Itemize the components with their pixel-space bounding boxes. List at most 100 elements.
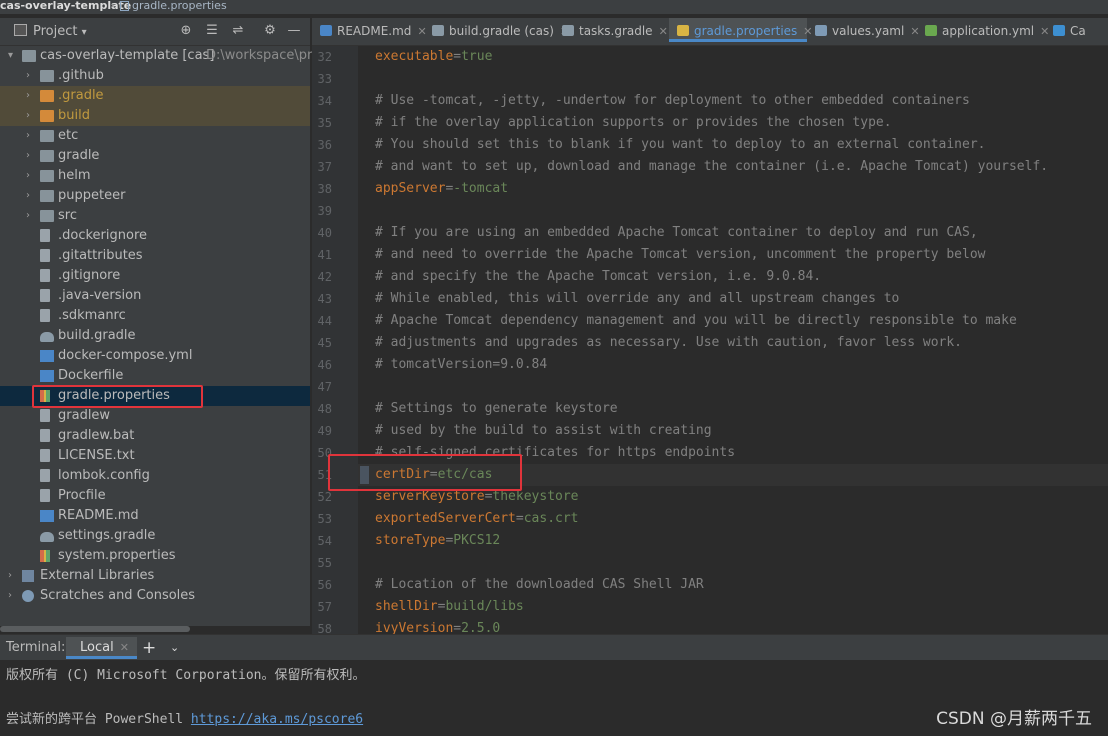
tree-item[interactable]: › .gradle [0,86,310,106]
comment-text: # Settings to generate keystore [375,401,618,416]
tree-item[interactable]: lombok.config [0,466,310,486]
tree-item[interactable]: .sdkmanrc [0,306,310,326]
line-number: 46 [317,358,332,372]
chevron-right-icon[interactable]: › [26,66,36,86]
editor-tab[interactable]: Ca [1045,18,1095,45]
text-file-icon [40,449,50,462]
editor-tab[interactable]: gradle.properties ✕ [669,18,813,42]
tree-item[interactable]: LICENSE.txt [0,446,310,466]
tree-item[interactable]: .gitattributes [0,246,310,266]
editor-tab[interactable]: values.yaml ✕ [807,18,920,45]
hide-panel-icon[interactable]: — [286,23,302,39]
tree-item-label: cas-overlay-template [cas] [40,48,215,63]
project-tree-scrollbar[interactable] [0,626,190,632]
chevron-right-icon[interactable]: › [8,566,18,586]
chevron-right-icon[interactable]: › [26,86,36,106]
tree-item[interactable]: Dockerfile [0,366,310,386]
editor-tab[interactable]: README.md ✕ [312,18,427,45]
code-line[interactable]: shellDir=build/libs [375,599,524,614]
tree-item[interactable]: › gradle [0,146,310,166]
code-line[interactable]: storeType=PKCS12 [375,533,500,548]
chevron-down-icon[interactable]: ▾ [8,46,18,66]
code-line[interactable]: # If you are using an embedded Apache To… [375,225,978,240]
code-line[interactable]: # adjustments and upgrades as necessary.… [375,335,962,350]
locate-file-icon[interactable]: ⊕ [178,23,194,39]
tree-item[interactable]: build.gradle [0,326,310,346]
tree-item[interactable]: system.properties [0,546,310,566]
code-line[interactable]: # and need to override the Apache Tomcat… [375,247,985,262]
code-line[interactable]: # Location of the downloaded CAS Shell J… [375,577,704,592]
tree-item[interactable]: settings.gradle [0,526,310,546]
terminal-title: Terminal: [6,640,66,655]
text-file-icon [40,229,50,242]
tree-item[interactable]: .gitignore [0,266,310,286]
tree-item[interactable]: .dockerignore [0,226,310,246]
chevron-right-icon[interactable]: › [26,186,36,206]
terminal-copyright-line: 版权所有 (C) Microsoft Corporation。保留所有权利。 [6,668,366,683]
tree-item[interactable]: .java-version [0,286,310,306]
tree-item[interactable]: gradlew [0,406,310,426]
editor-tab[interactable]: application.yml ✕ [917,18,1049,45]
tree-item[interactable]: › puppeteer [0,186,310,206]
chevron-right-icon[interactable]: › [26,206,36,226]
code-line[interactable]: # used by the build to assist with creat… [375,423,712,438]
project-tree: ▾ cas-overlay-template [cas] D:\workspace\… [0,46,320,626]
tree-item[interactable]: README.md [0,506,310,526]
collapse-all-icon[interactable]: ⇌ [230,23,246,39]
file-type-icon [1053,25,1065,36]
chevron-right-icon[interactable]: › [26,146,36,166]
tree-item[interactable]: ▾ cas-overlay-template [cas] D:\workspace\… [0,46,320,66]
tree-item[interactable]: gradlew.bat [0,426,310,446]
project-view-selector[interactable]: Project ▾ [14,24,87,39]
chevron-right-icon[interactable]: › [26,106,36,126]
code-line[interactable]: appServer=-tomcat [375,181,508,196]
tree-item-label: .gitignore [58,268,121,283]
folder-icon [40,150,54,162]
breadcrumb-file[interactable]: gradle.properties [120,0,227,12]
code-line[interactable]: # and want to set up, download and manag… [375,159,1048,174]
code-line[interactable]: # While enabled, this will override any … [375,291,899,306]
code-line[interactable]: # tomcatVersion=9.0.84 [375,357,547,372]
tree-item-label: gradle [58,148,100,163]
comment-text: # if the overlay application supports or… [375,115,892,130]
tree-item[interactable]: › build [0,106,310,126]
code-line[interactable]: # You should set this to blank if you wa… [375,137,985,152]
chevron-right-icon[interactable]: › [26,166,36,186]
code-line[interactable]: # and specify the the Apache Tomcat vers… [375,269,821,284]
tree-item[interactable]: › etc [0,126,310,146]
gear-icon[interactable]: ⚙ [262,23,278,39]
tree-item[interactable]: › src [0,206,310,226]
folder-icon [40,130,54,142]
new-terminal-button[interactable]: + [142,635,156,661]
tree-item[interactable]: Procfile [0,486,310,506]
text-file-icon [40,269,50,282]
project-path: D:\workspace\pro [206,48,321,63]
editor-tab[interactable]: build.gradle (cas)✕ [424,18,569,45]
tree-item[interactable]: › External Libraries [0,566,310,586]
tree-item[interactable]: › Scratches and Consoles [0,586,310,606]
code-line[interactable]: executable=true [375,49,492,64]
properties-file-icon [120,1,129,11]
code-line[interactable]: # if the overlay application supports or… [375,115,892,130]
editor-tab-bar: README.md✕build.gradle (cas)✕tasks.gradl… [312,18,1108,46]
tree-item[interactable]: docker-compose.yml [0,346,310,366]
tree-item[interactable]: › helm [0,166,310,186]
code-line[interactable]: serverKeystore=thekeystore [375,489,579,504]
expand-all-icon[interactable]: ☰ [204,23,220,39]
terminal-tab-local[interactable]: Local ✕ [66,637,137,659]
code-line[interactable]: # Settings to generate keystore [375,401,618,416]
code-line[interactable]: # Use -tomcat, -jetty, -undertow for dep… [375,93,970,108]
editor-tab[interactable]: tasks.gradle ✕ [554,18,669,45]
comment-text: # Use -tomcat, -jetty, -undertow for dep… [375,93,970,108]
chevron-right-icon[interactable]: › [8,586,18,606]
close-icon[interactable]: ✕ [659,25,668,38]
chevron-down-icon[interactable]: ⌄ [170,635,179,661]
folder-icon [22,50,36,62]
tree-item[interactable]: › .github [0,66,310,86]
comment-text: # You should set this to blank if you wa… [375,137,986,152]
powershell-link[interactable]: https://aka.ms/pscore6 [191,712,363,727]
chevron-right-icon[interactable]: › [26,126,36,146]
code-line[interactable]: exportedServerCert=cas.crt [375,511,579,526]
code-line[interactable]: # Apache Tomcat dependency management an… [375,313,1017,328]
close-icon[interactable]: ✕ [120,641,129,654]
